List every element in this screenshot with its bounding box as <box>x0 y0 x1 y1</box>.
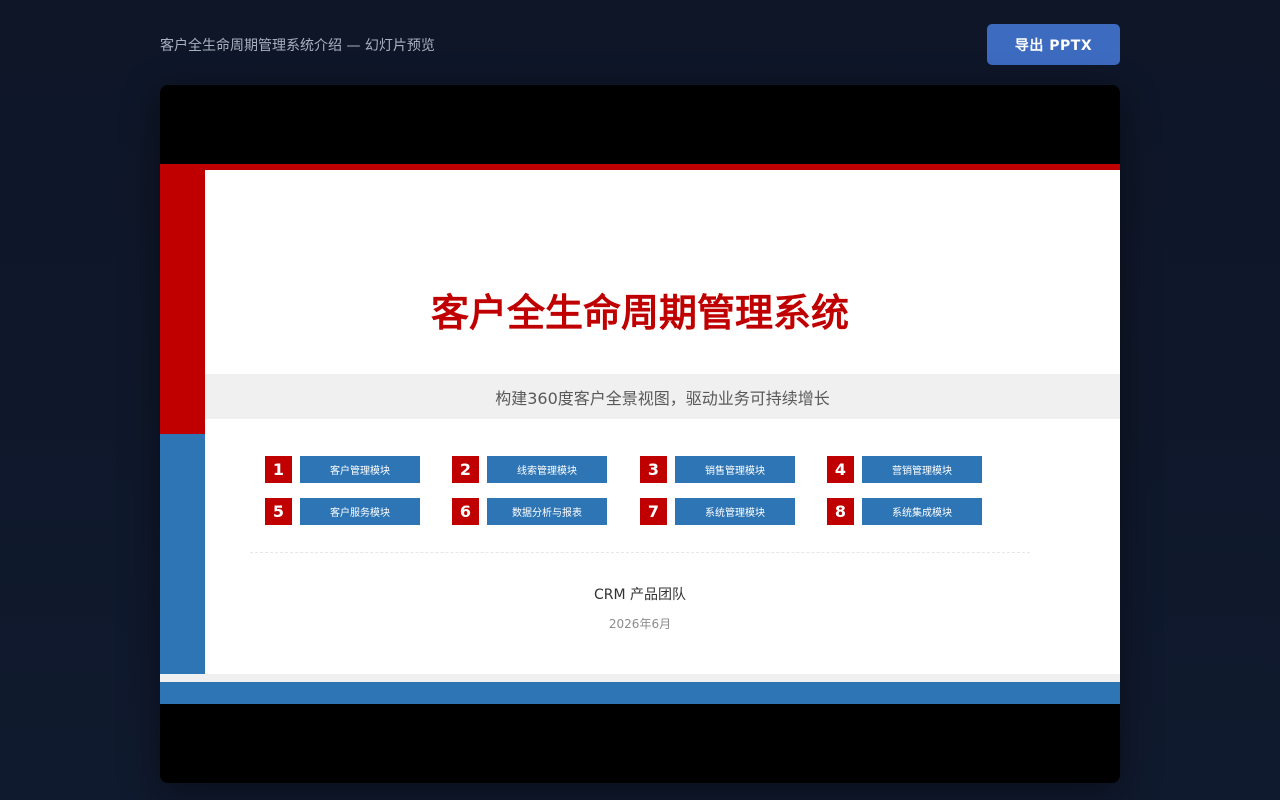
subtitle-band: 构建360度客户全景视图，驱动业务可持续增长 <box>205 374 1120 419</box>
module-label: 数据分析与报表 <box>487 498 607 525</box>
slide-preview-stage: 客户全生命周期管理系统 构建360度客户全景视图，驱动业务可持续增长 1 客户管… <box>160 85 1120 783</box>
module-item: 8 系统集成模块 <box>827 498 982 525</box>
module-number: 2 <box>452 456 479 483</box>
module-number: 6 <box>452 498 479 525</box>
module-item: 4 营销管理模块 <box>827 456 982 483</box>
module-label: 系统集成模块 <box>862 498 982 525</box>
presentation-date: 2026年6月 <box>608 617 672 631</box>
dashed-divider <box>250 552 1030 553</box>
slide: 客户全生命周期管理系统 构建360度客户全景视图，驱动业务可持续增长 1 客户管… <box>160 164 1120 704</box>
module-number: 7 <box>640 498 667 525</box>
module-label: 线索管理模块 <box>487 456 607 483</box>
module-label: 销售管理模块 <box>675 456 795 483</box>
module-label: 客户服务模块 <box>300 498 420 525</box>
slide-title: 客户全生命周期管理系统 <box>430 291 849 335</box>
module-item: 6 数据分析与报表 <box>452 498 607 525</box>
module-number: 5 <box>265 498 292 525</box>
module-item: 2 线索管理模块 <box>452 456 607 483</box>
module-number: 4 <box>827 456 854 483</box>
slide-subtitle: 构建360度客户全景视图，驱动业务可持续增长 <box>495 388 830 408</box>
module-item: 3 销售管理模块 <box>640 456 795 483</box>
module-item: 1 客户管理模块 <box>265 456 420 483</box>
slide-bottom-band-grey <box>160 674 1120 682</box>
module-label: 营销管理模块 <box>862 456 982 483</box>
module-number: 3 <box>640 456 667 483</box>
module-number: 8 <box>827 498 854 525</box>
export-pptx-button[interactable]: 导出 PPTX <box>987 24 1120 65</box>
team-name: CRM 产品团队 <box>593 587 687 603</box>
slide-top-accent-line <box>160 164 1120 170</box>
module-label: 系统管理模块 <box>675 498 795 525</box>
top-bar: 客户全生命周期管理系统介绍 — 幻灯片预览 导出 PPTX <box>160 24 1120 65</box>
module-label: 客户管理模块 <box>300 456 420 483</box>
slide-bottom-band-blue <box>160 682 1120 704</box>
module-item: 7 系统管理模块 <box>640 498 795 525</box>
module-number: 1 <box>265 456 292 483</box>
slide-side-bar-red <box>160 164 205 434</box>
module-item: 5 客户服务模块 <box>265 498 420 525</box>
document-title: 客户全生命周期管理系统介绍 — 幻灯片预览 <box>160 38 435 54</box>
slide-side-bar-blue <box>160 434 205 674</box>
